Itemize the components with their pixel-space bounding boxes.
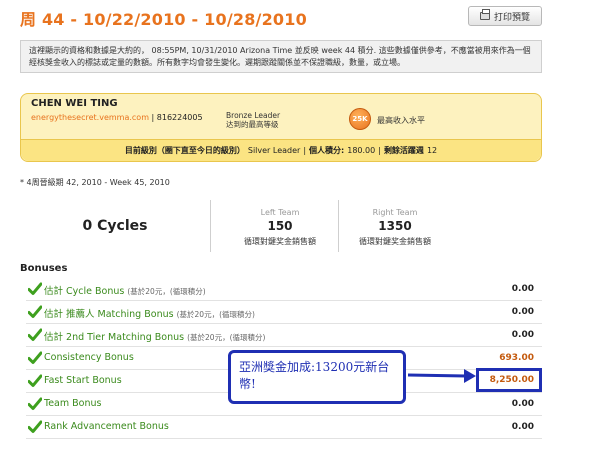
- bonus-label: Consistency Bonus: [44, 352, 134, 363]
- right-team-sub: 循環對鍵奖金銷售額: [359, 237, 431, 246]
- check-icon: [28, 397, 42, 410]
- max-income-level: 最高收入水平: [377, 116, 425, 125]
- check-icon: [28, 374, 42, 387]
- printer-icon: [479, 9, 490, 20]
- check-icon: [28, 351, 42, 364]
- bonus-label-link[interactable]: Rank Advancement Bonus: [44, 421, 169, 432]
- cycles-count: 0 Cycles: [82, 218, 148, 234]
- bonus-value: 0.00: [511, 284, 534, 294]
- left-team-label: Left Team: [260, 208, 300, 217]
- member-site-line: energythesecret.vemma.com | 816224005: [31, 113, 203, 122]
- personal-points-value: 180.00: [347, 146, 376, 155]
- bonus-value: 0.00: [511, 399, 534, 409]
- check-icon: [28, 328, 42, 341]
- annotation-callout: 亞洲獎金加成:13200元新台幣!: [228, 350, 406, 404]
- current-level-value: Silver Leader: [247, 146, 301, 155]
- weeks-left-label: 剩餘活躍週: [383, 146, 424, 155]
- left-team-sub: 循環對鍵奖金銷售額: [244, 237, 316, 246]
- check-icon: [28, 305, 42, 318]
- divider: [210, 200, 211, 252]
- bonus-note: (基於20元，(循環積分): [127, 287, 206, 296]
- member-status-bar: 目前級別（圈下直至今日的級別） Silver Leader | 個人積分: 18…: [21, 139, 541, 161]
- arrow-icon: [407, 369, 476, 383]
- bonus-label-link[interactable]: 估計 Cycle Bonus (基於20元，(循環積分): [44, 283, 206, 297]
- member-site-link[interactable]: energythesecret.vemma.com: [31, 113, 149, 122]
- left-team: Left Team 150 循環對鍵奖金銷售額: [215, 200, 345, 252]
- weeks-left-value: 12: [426, 146, 438, 155]
- bonus-row: Rank Advancement Bonus 0.00: [26, 416, 542, 439]
- bonus-label-link[interactable]: Consistency Bonus: [44, 352, 134, 363]
- bonus-label-link[interactable]: 估計 推薦人 Matching Bonus (基於20元，(循環積分): [44, 306, 255, 320]
- print-preview-label: 打印預覽: [493, 12, 530, 23]
- bonus-label: Fast Start Bonus: [44, 375, 122, 386]
- highest-rank: Bronze Leader 达到的最高等级: [226, 111, 280, 129]
- bonuses-heading: Bonuses: [20, 263, 68, 274]
- bonus-label-link[interactable]: Fast Start Bonus: [44, 375, 122, 386]
- right-team: Right Team 1350 循環對鍵奖金銷售額: [330, 200, 460, 252]
- page-title: 周 44 - 10/22/2010 - 10/28/2010: [20, 10, 307, 29]
- bonus-note: (基於20元，(循環積分): [176, 310, 255, 319]
- income-level-badge: 25K: [349, 108, 371, 130]
- member-card: CHEN WEI TING energythesecret.vemma.com …: [20, 93, 542, 162]
- right-team-value: 1350: [378, 219, 412, 233]
- fast-start-value: 8,250.00: [489, 375, 534, 385]
- bonus-label: 估計 Cycle Bonus: [44, 286, 125, 297]
- bonus-value: 0.00: [511, 307, 534, 317]
- bonus-label-link[interactable]: 估計 2nd Tier Matching Bonus (基於20元，(循環積分): [44, 329, 265, 343]
- bonus-label-link[interactable]: Team Bonus: [44, 398, 101, 409]
- bonus-value: 0.00: [511, 422, 534, 432]
- personal-points-label: 個人積分:: [309, 146, 345, 155]
- check-icon: [28, 420, 42, 433]
- bonus-label: Rank Advancement Bonus: [44, 421, 169, 432]
- bonus-row: 估計 2nd Tier Matching Bonus (基於20元，(循環積分)…: [26, 324, 542, 347]
- highest-rank-sub: 达到的最高等级: [226, 120, 279, 129]
- bonus-value: 0.00: [511, 330, 534, 340]
- fast-start-highlight: 8,250.00: [476, 368, 542, 392]
- data-disclaimer: 這裡顯示的資格和數據是大約的， 08:55PM, 10/31/2010 Ariz…: [20, 40, 542, 73]
- team-stats: 0 Cycles Left Team 150 循環對鍵奖金銷售額 Right T…: [20, 200, 542, 252]
- bonus-label: 估計 推薦人 Matching Bonus: [44, 309, 174, 320]
- member-name: CHEN WEI TING: [31, 98, 118, 109]
- right-team-label: Right Team: [372, 208, 418, 217]
- bonus-note: (基於20元，(循環積分): [187, 333, 266, 342]
- current-level-label: 目前級別（圈下直至今日的級別）: [124, 146, 245, 155]
- bonus-value: 693.00: [499, 353, 534, 363]
- left-team-value: 150: [267, 219, 293, 233]
- qualification-period: * 4周晉級期 42, 2010 - Week 45, 2010: [20, 178, 170, 187]
- highest-rank-title: Bronze Leader: [226, 111, 281, 120]
- check-icon: [28, 282, 42, 295]
- bonus-row: 估計 推薦人 Matching Bonus (基於20元，(循環積分) 0.00: [26, 301, 542, 324]
- bonus-label: 估計 2nd Tier Matching Bonus: [44, 332, 185, 343]
- bonus-label: Team Bonus: [44, 398, 102, 409]
- bonus-row: 估計 Cycle Bonus (基於20元，(循環積分) 0.00: [26, 278, 542, 301]
- print-preview-button[interactable]: 打印預覽: [468, 6, 542, 26]
- member-id: | 816224005: [151, 113, 203, 122]
